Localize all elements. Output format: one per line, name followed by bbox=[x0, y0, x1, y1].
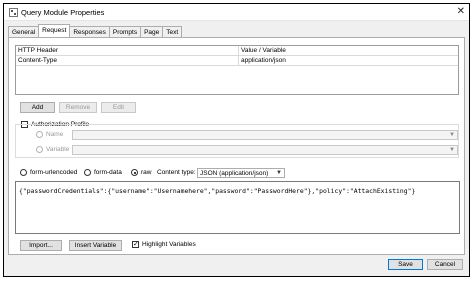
content-type-value: JSON (application/json) bbox=[200, 170, 269, 177]
content-type-label: Content type: bbox=[157, 169, 196, 176]
raw-label: raw bbox=[141, 169, 152, 176]
table-row[interactable]: Content-Type application/json bbox=[16, 56, 458, 66]
insert-variable-button[interactable]: Insert Variable bbox=[69, 240, 122, 251]
auth-name-radio[interactable] bbox=[36, 131, 43, 138]
add-button[interactable]: Add bbox=[20, 102, 55, 113]
request-panel: HTTP Header Value / Variable Content-Typ… bbox=[8, 37, 465, 255]
import-button[interactable]: Import... bbox=[20, 240, 62, 251]
tab-text[interactable]: Text bbox=[162, 26, 183, 37]
auth-variable-select[interactable]: ▼ bbox=[72, 145, 458, 155]
auth-variable-radio[interactable] bbox=[36, 146, 43, 153]
query-module-properties-window: Query Module Properties ✕ General Reques… bbox=[3, 3, 470, 277]
highlight-variables-label: Highlight Variables bbox=[142, 241, 196, 248]
header-name-cell: Content-Type bbox=[18, 57, 58, 64]
save-button[interactable]: Save bbox=[388, 259, 423, 270]
request-body-editor[interactable]: {"passwordCredentials":{"username":"User… bbox=[15, 181, 460, 234]
form-urlencoded-label: form-urlencoded bbox=[30, 169, 78, 176]
form-urlencoded-radio[interactable] bbox=[20, 169, 27, 176]
chevron-down-icon: ▼ bbox=[276, 170, 282, 176]
raw-radio[interactable] bbox=[131, 169, 138, 176]
tab-strip: General Request Responses Prompts Page T… bbox=[8, 24, 183, 37]
highlight-variables-checkbox[interactable] bbox=[132, 240, 139, 249]
column-header-value: Value / Variable bbox=[241, 47, 286, 54]
title-bar: Query Module Properties ✕ bbox=[4, 4, 469, 21]
tab-page[interactable]: Page bbox=[140, 26, 164, 37]
content-type-select[interactable]: JSON (application/json) ▼ bbox=[197, 168, 285, 178]
tab-responses[interactable]: Responses bbox=[69, 26, 110, 37]
tab-prompts[interactable]: Prompts bbox=[108, 26, 142, 37]
chevron-down-icon: ▼ bbox=[449, 147, 455, 153]
http-headers-table[interactable]: HTTP Header Value / Variable Content-Typ… bbox=[15, 45, 459, 95]
cancel-button[interactable]: Cancel bbox=[427, 259, 463, 270]
tab-request[interactable]: Request bbox=[38, 24, 71, 37]
app-icon bbox=[9, 8, 18, 17]
table-header-row: HTTP Header Value / Variable bbox=[16, 46, 458, 56]
header-value-cell: application/json bbox=[241, 57, 286, 64]
column-header-http-header: HTTP Header bbox=[18, 47, 58, 54]
request-body-text: {"passwordCredentials":{"username":"User… bbox=[19, 187, 416, 195]
form-data-radio[interactable] bbox=[84, 169, 91, 176]
tab-general[interactable]: General bbox=[8, 26, 40, 37]
remove-button[interactable]: Remove bbox=[59, 102, 97, 113]
auth-variable-label: Variable bbox=[46, 146, 70, 153]
form-data-label: form-data bbox=[94, 169, 122, 176]
auth-name-label: Name bbox=[46, 131, 64, 138]
close-icon[interactable]: ✕ bbox=[457, 7, 465, 17]
auth-name-select[interactable]: ▼ bbox=[72, 130, 458, 140]
chevron-down-icon: ▼ bbox=[449, 132, 455, 138]
edit-button[interactable]: Edit bbox=[101, 102, 136, 113]
window-title: Query Module Properties bbox=[21, 8, 105, 17]
authorization-group: Name ▼ Variable ▼ bbox=[15, 124, 459, 158]
